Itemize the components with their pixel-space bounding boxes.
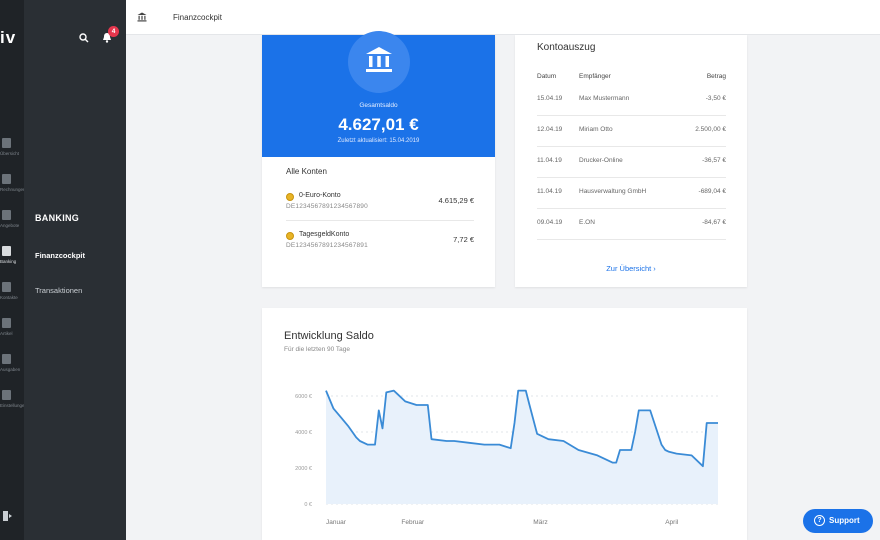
- cell-recipient: Hausverwaltung GmbH: [579, 188, 647, 195]
- expenses-icon: [2, 354, 11, 364]
- x-tick-label: März: [533, 519, 547, 526]
- rail-item-label: Banking: [0, 259, 17, 264]
- logout-icon[interactable]: [2, 510, 14, 522]
- balance-label: Gesamtsaldo: [359, 102, 398, 109]
- cell-date: 11.04.19: [537, 188, 562, 195]
- y-tick-label: 0 €: [304, 502, 312, 508]
- rail-item-bank[interactable]: Banking: [0, 246, 24, 264]
- cell-recipient: Miriam Otto: [579, 126, 613, 133]
- bank-icon: [366, 47, 392, 72]
- bank-icon: [137, 12, 147, 22]
- account-iban: DE12345678912345678​91: [286, 242, 368, 249]
- rail-item-label: Ausgaben: [0, 367, 21, 372]
- dashboard-icon: [2, 138, 11, 148]
- table-row[interactable]: 12.04.19 Miriam Otto 2.500,00 €: [537, 116, 726, 147]
- cell-amount: -689,04 €: [698, 188, 726, 195]
- cell-date: 09.04.19: [537, 219, 563, 226]
- table-row[interactable]: 11.04.19 Drucker-Online -36,57 €: [537, 147, 726, 178]
- table-row[interactable]: 09.04.19 E.ON -84,67 €: [537, 209, 726, 240]
- column-header-date: Datum: [537, 73, 557, 80]
- support-button[interactable]: ? Support: [803, 509, 873, 533]
- rail-item-tag[interactable]: Artikel: [0, 318, 24, 336]
- sidebar: 4 BANKING Finanzcockpit Transaktionen: [24, 0, 126, 540]
- cell-recipient: Drucker-Online: [579, 157, 623, 164]
- statement-title: Kontoauszug: [537, 42, 596, 53]
- cell-amount: -84,67 €: [702, 219, 726, 226]
- rail-item-documents[interactable]: Rechnungen: [0, 174, 24, 192]
- balance-updated: Zuletzt aktualisiert: 15.04.2019: [337, 138, 420, 144]
- account-amount: 7,72 €: [453, 235, 474, 244]
- account-name: TagesgeldKonto: [299, 231, 350, 238]
- y-tick-label: 6000 €: [295, 394, 312, 400]
- y-tick-label: 2000 €: [295, 466, 312, 472]
- column-header-recipient: Empfänger: [579, 73, 611, 80]
- account-iban: DE12345678912345678​90: [286, 203, 368, 210]
- rail-item-offers[interactable]: Angebote: [0, 210, 24, 228]
- y-tick-label: 4000 €: [295, 430, 312, 436]
- rail-item-label: Artikel: [0, 331, 13, 336]
- cell-date: 15.04.19: [537, 95, 563, 102]
- cell-date: 11.04.19: [537, 157, 562, 164]
- balance-header: Gesamtsaldo 4.627,01 € Zuletzt aktualisi…: [262, 31, 495, 157]
- balance-chart-card: Entwicklung Saldo Für die letzten 90 Tag…: [262, 308, 747, 540]
- contacts-icon: [2, 282, 11, 292]
- settings-icon: [2, 390, 11, 400]
- balance-line-chart: 0 € 2000 € 4000 € 6000 € Januar Februar März Ap…: [295, 389, 718, 526]
- rail-item-dashboard[interactable]: Übersicht: [0, 138, 24, 156]
- divider: [286, 220, 474, 221]
- balance-icon-circle: [348, 31, 410, 93]
- account-item[interactable]: TagesgeldKonto DE12345678912345678​91 7,…: [286, 230, 474, 262]
- x-tick-label: Januar: [326, 519, 347, 526]
- rail-item-label: Einstellungen: [0, 403, 24, 408]
- rail-item-label: Angebote: [0, 223, 20, 228]
- overview-link-label: Zur Übersicht: [606, 264, 652, 273]
- account-name: 0-Euro-Konto: [299, 192, 341, 199]
- x-tick-label: Februar: [401, 519, 425, 526]
- rail-item-label: Kontakte: [0, 295, 18, 300]
- column-header-amount: Betrag: [706, 73, 726, 80]
- icon-rail: iv Übersicht Rechnungen Angebote Banking Kon…: [0, 0, 24, 540]
- x-tick-label: April: [665, 519, 679, 526]
- sidebar-item-transaktionen[interactable]: Transaktionen: [35, 286, 82, 295]
- rail-item-contacts[interactable]: Kontakte: [0, 282, 24, 300]
- sidebar-item-finanzcockpit[interactable]: Finanzcockpit: [35, 251, 85, 260]
- help-icon: ?: [814, 515, 825, 526]
- cell-recipient: E.ON: [579, 219, 595, 226]
- balance-value: 4.627,01 €: [338, 115, 419, 134]
- overview-link[interactable]: Zur Übersicht ›: [515, 264, 747, 273]
- bank-icon: [2, 246, 11, 256]
- brand-logo: iv: [0, 28, 17, 47]
- tag-icon: [2, 318, 11, 328]
- notification-badge: 4: [108, 26, 119, 37]
- chevron-right-icon: ›: [653, 264, 656, 273]
- balance-card: Gesamtsaldo 4.627,01 € Zuletzt aktualisi…: [262, 31, 495, 287]
- rail-item-expenses[interactable]: Ausgaben: [0, 354, 24, 372]
- coin-icon: [286, 193, 294, 201]
- table-row[interactable]: 15.04.19 Max Mustermann -3,50 €: [537, 85, 726, 116]
- documents-icon: [2, 174, 11, 184]
- rail-item-label: Rechnungen: [0, 187, 24, 192]
- account-amount: 4.615,29 €: [438, 196, 474, 205]
- cell-recipient: Max Mustermann: [579, 95, 630, 102]
- statement-card: Kontoauszug Datum Empfänger Betrag 15.04…: [515, 35, 747, 287]
- offers-icon: [2, 210, 11, 220]
- coin-icon: [286, 232, 294, 240]
- table-row[interactable]: 11.04.19 Hausverwaltung GmbH -689,04 €: [537, 178, 726, 209]
- cell-amount: 2.500,00 €: [695, 126, 726, 133]
- page-title: Finanzcockpit: [173, 13, 222, 22]
- cell-amount: -3,50 €: [705, 95, 726, 102]
- sidebar-section-title: BANKING: [35, 213, 80, 223]
- rail-item-settings[interactable]: Einstellungen: [0, 390, 24, 408]
- rail-item-label: Übersicht: [0, 151, 20, 156]
- accounts-title: Alle Konten: [286, 167, 327, 176]
- top-bar: Finanzcockpit: [126, 0, 880, 35]
- account-item[interactable]: 0-Euro-Konto DE12345678912345678​90 4.61…: [286, 191, 474, 223]
- cell-amount: -36,57 €: [702, 157, 726, 164]
- search-icon[interactable]: [79, 33, 89, 43]
- cell-date: 12.04.19: [537, 126, 563, 133]
- support-label: Support: [829, 516, 860, 525]
